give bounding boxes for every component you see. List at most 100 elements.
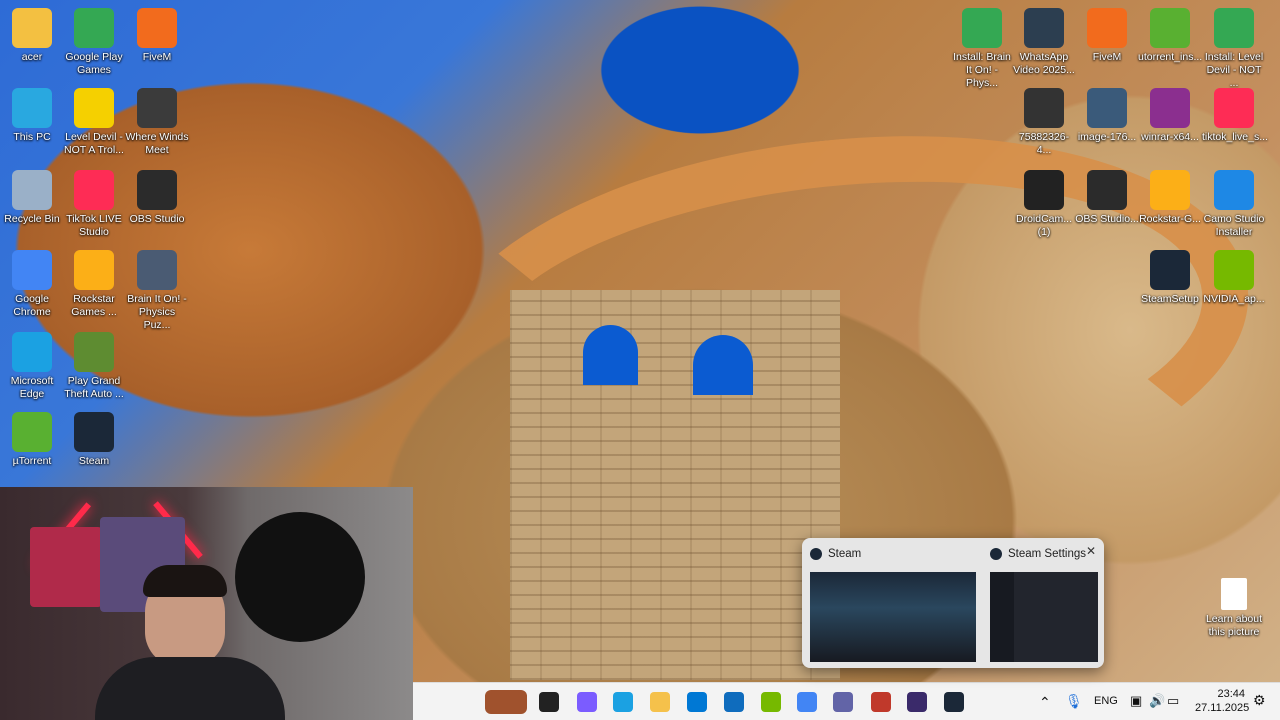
- utorrent-icon: [12, 412, 52, 452]
- steam-icon: [1150, 250, 1190, 290]
- desktop-icon[interactable]: Recycle Bin: [0, 170, 64, 226]
- obs-icon: [1087, 170, 1127, 210]
- desktop-icon[interactable]: Rockstar Games ...: [62, 250, 126, 319]
- desktop-icon[interactable]: Rockstar-G...: [1138, 170, 1202, 226]
- steam-icon: [74, 412, 114, 452]
- taskbar-teams-icon[interactable]: [833, 692, 853, 712]
- level-devil-icon: [74, 88, 114, 128]
- recycle-bin-icon: [12, 170, 52, 210]
- monitor-icon: [12, 88, 52, 128]
- tiktok-icon: [74, 170, 114, 210]
- battery-icon[interactable]: ▭: [1167, 693, 1179, 709]
- desktop-icon[interactable]: Where Winds Meet: [125, 88, 189, 157]
- person-hoodie: [95, 657, 285, 720]
- rockstar-icon: [74, 250, 114, 290]
- desktop-icon[interactable]: Google Play Games: [62, 8, 126, 77]
- where-winds-meet-icon: [137, 88, 177, 128]
- utorrent-icon: [1150, 8, 1190, 48]
- edge-icon: [12, 332, 52, 372]
- wallpaper-tower: [510, 290, 840, 680]
- desktop-icon[interactable]: Level Devil - NOT A Trol...: [62, 88, 126, 157]
- display-icon[interactable]: ▣: [1130, 693, 1142, 709]
- taskbar-davinci-icon[interactable]: [871, 692, 891, 712]
- taskbar-obs-icon[interactable]: [907, 692, 927, 712]
- preview-thumbnail: [990, 572, 1098, 662]
- desktop-icon[interactable]: image-176...: [1075, 88, 1139, 144]
- video-file-icon: [1024, 8, 1064, 48]
- wallpaper-window: [583, 325, 638, 385]
- taskbar-edge-icon[interactable]: [613, 692, 633, 712]
- language-indicator[interactable]: ENG: [1094, 695, 1118, 707]
- google-play-games-icon: [962, 8, 1002, 48]
- brain-it-on-icon: [137, 250, 177, 290]
- desktop-icon[interactable]: WhatsApp Video 2025...: [1012, 8, 1076, 77]
- taskbar-outlook-icon[interactable]: [724, 692, 744, 712]
- steam-icon: [810, 548, 822, 560]
- taskbar-microsoft-store-icon[interactable]: [687, 692, 707, 712]
- desktop-icon[interactable]: Camo Studio Installer: [1202, 170, 1266, 239]
- taskbar-preview-popup: Steam Steam Settings ✕: [802, 538, 1104, 668]
- google-play-games-icon: [1214, 8, 1254, 48]
- winrar-icon: [1150, 88, 1190, 128]
- desktop-icon[interactable]: Brain It On! - Physics Puz...: [125, 250, 189, 332]
- volume-icon[interactable]: 🔊: [1149, 693, 1165, 709]
- desktop-icon[interactable]: FiveM: [1075, 8, 1139, 64]
- wall-poster: [30, 527, 102, 607]
- desktop-icon[interactable]: µTorrent: [0, 412, 64, 468]
- steam-icon: [990, 548, 1002, 560]
- desktop-icon[interactable]: Play Grand Theft Auto ...: [62, 332, 126, 401]
- fivem-icon: [1087, 8, 1127, 48]
- wallpaper-window: [693, 335, 753, 395]
- webcam-overlay: [0, 487, 413, 720]
- taskbar-nvidia-icon[interactable]: [761, 692, 781, 712]
- desktop-icon[interactable]: 75882326-4...: [1012, 88, 1076, 157]
- droidcam-icon: [1024, 170, 1064, 210]
- image-file-icon: [1087, 88, 1127, 128]
- desktop-icon[interactable]: Microsoft Edge: [0, 332, 64, 401]
- desktop-icon[interactable]: NVIDIA_ap...: [1202, 250, 1266, 306]
- desktop-icon[interactable]: SteamSetup: [1138, 250, 1202, 306]
- taskbar-task-view-icon[interactable]: [539, 692, 559, 712]
- desktop-icon[interactable]: OBS Studio: [125, 170, 189, 226]
- taskbar-chrome-icon[interactable]: [797, 692, 817, 712]
- taskbar-file-explorer-icon[interactable]: [650, 692, 670, 712]
- desktop-icon[interactable]: winrar-x64...: [1138, 88, 1202, 144]
- desktop-icon[interactable]: DroidCam... (1): [1012, 170, 1076, 239]
- desktop-icon[interactable]: Install: Level Devil - NOT ...: [1202, 8, 1266, 90]
- learn-about-picture[interactable]: Learn about this picture: [1202, 578, 1266, 639]
- clock-time[interactable]: 23:44: [1209, 688, 1245, 700]
- desktop-icon[interactable]: FiveM: [125, 8, 189, 64]
- rockstar-icon: [1150, 170, 1190, 210]
- google-play-games-icon: [74, 8, 114, 48]
- taskbar-copilot-icon[interactable]: [577, 692, 597, 712]
- microphone-icon[interactable]: 🎙: [1065, 693, 1083, 710]
- taskbar: ⌃ 🎙 ENG ▣ 🔊 ▭ 23:44 27.11.2025 ⚙: [413, 682, 1280, 720]
- desktop-icon[interactable]: OBS Studio...: [1075, 170, 1139, 226]
- preview-thumbnail: [810, 572, 976, 662]
- desktop-icon[interactable]: tiktok_live_s...: [1202, 88, 1268, 144]
- desktop-icon[interactable]: Install: Brain It On! - Phys...: [950, 8, 1014, 90]
- document-icon: [1221, 578, 1247, 610]
- folder-icon: [12, 8, 52, 48]
- gta-icon: [74, 332, 114, 372]
- desktop-icon[interactable]: utorrent_ins...: [1138, 8, 1202, 64]
- close-icon[interactable]: ✕: [1084, 544, 1098, 558]
- desktop-icon[interactable]: This PC: [0, 88, 64, 144]
- desktop-icon[interactable]: TikTok LIVE Studio: [62, 170, 126, 239]
- desktop-icon[interactable]: Google Chrome: [0, 250, 64, 319]
- nvidia-icon: [1214, 250, 1254, 290]
- notification-icon[interactable]: ⚙: [1253, 692, 1266, 709]
- desktop-icon[interactable]: Steam: [62, 412, 126, 468]
- desktop-icon[interactable]: acer: [0, 8, 64, 64]
- taskbar-widgets-icon[interactable]: [485, 690, 527, 714]
- person-hair: [143, 565, 227, 597]
- show-hidden-icons[interactable]: ⌃: [1039, 694, 1051, 711]
- obs-icon: [137, 170, 177, 210]
- chrome-icon: [12, 250, 52, 290]
- preview-steam[interactable]: Steam: [802, 538, 982, 668]
- clock-date[interactable]: 27.11.2025: [1195, 702, 1249, 714]
- taskbar-steam-icon[interactable]: [944, 692, 964, 712]
- image-file-icon: [1024, 88, 1064, 128]
- fivem-icon: [137, 8, 177, 48]
- camo-installer-icon: [1214, 170, 1254, 210]
